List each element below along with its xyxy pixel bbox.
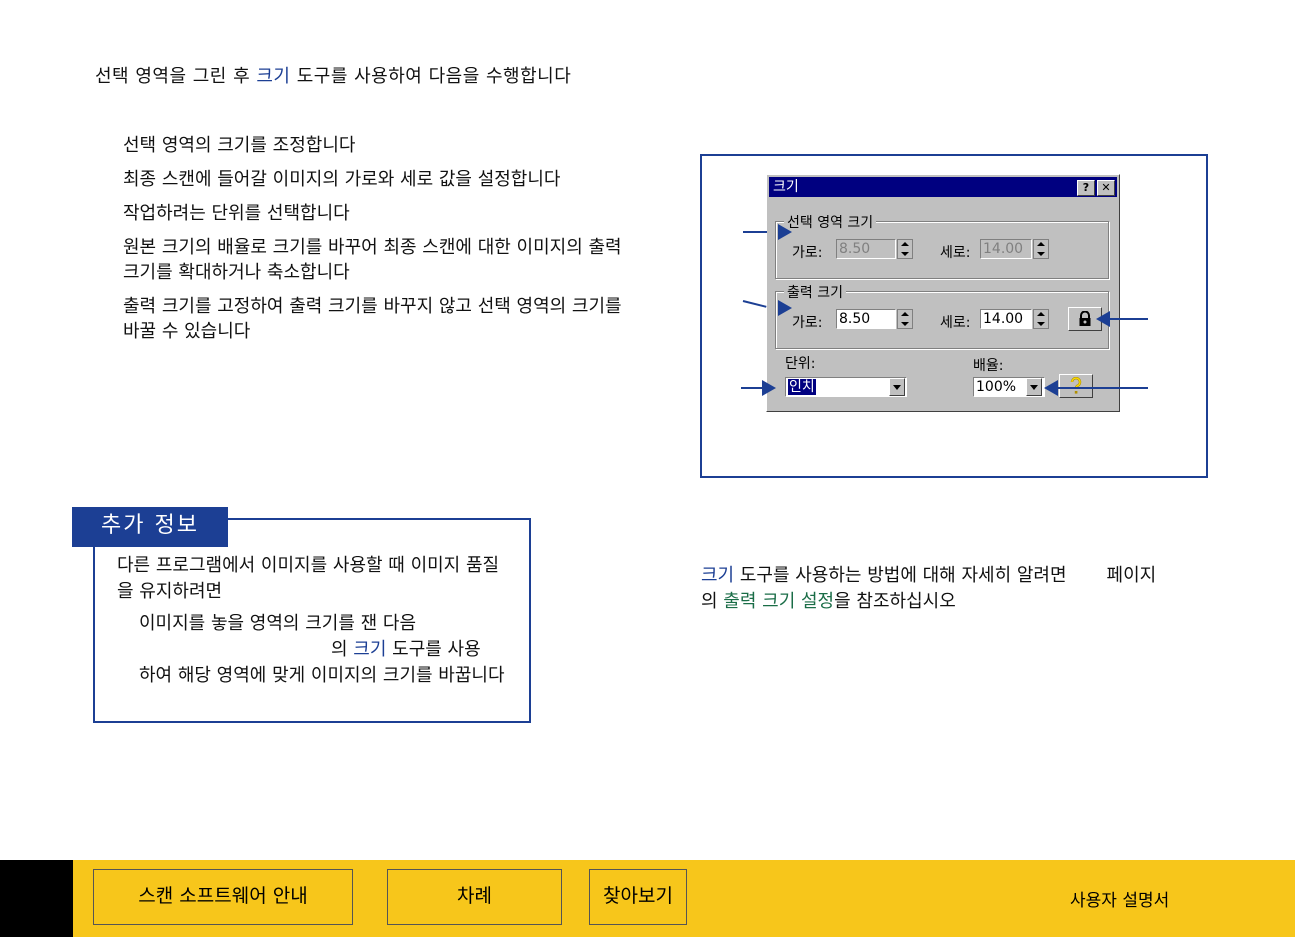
contents-button[interactable]: 차례 <box>387 869 562 925</box>
sel-width-field: 8.50 <box>836 239 896 259</box>
dialog-titlebar: 크기 ? ✕ <box>769 177 1117 197</box>
sel-width-label: 가로: <box>792 245 823 261</box>
list-item: 원본 크기의 배율로 크기를 바꾸어 최종 스캔에 대한 이미지의 출력 크기를… <box>123 237 622 283</box>
callout-arrow <box>1056 387 1148 389</box>
out-height-spinner[interactable] <box>1033 309 1049 329</box>
footer-title: 사용자 설명서 <box>1070 891 1170 911</box>
out-height-label: 세로: <box>940 315 971 331</box>
sel-width-spinner <box>897 239 913 259</box>
units-dropdown-arrow[interactable] <box>889 378 905 396</box>
list-item: 출력 크기를 고정하여 출력 크기를 바꾸지 않고 선택 영역의 크기를 바꿀 … <box>123 296 622 342</box>
question-icon <box>1070 376 1082 394</box>
callout-arrow <box>1108 318 1148 320</box>
list-item: 작업하려는 단위를 선택합니다 <box>123 203 350 224</box>
units-label: 단위: <box>785 356 816 372</box>
out-height-field[interactable]: 14.00 <box>980 309 1032 329</box>
size-tool-term: 크기 <box>353 639 387 660</box>
info-box-title: 추가 정보 <box>72 507 228 547</box>
info-text: 다른 프로그램에서 이미지를 사용할 때 이미지 품질을 유지하려면 <box>117 555 500 602</box>
units-value: 인치 <box>788 379 816 395</box>
out-width-label: 가로: <box>792 315 823 331</box>
callout-arrowhead <box>762 380 776 396</box>
help-button[interactable] <box>1059 374 1093 398</box>
scale-dropdown-arrow[interactable] <box>1026 378 1042 396</box>
sel-height-label: 세로: <box>940 245 971 261</box>
callout-arrowhead <box>778 300 792 316</box>
list-item: 의 크기 도구를 사용 <box>331 639 481 660</box>
size-tool-term: 크기 <box>256 66 291 87</box>
footer-left-block <box>0 860 73 937</box>
output-size-link[interactable]: 출력 크기 설정 <box>723 591 834 612</box>
scale-label: 배율: <box>973 358 1004 374</box>
figure-caption: 크기 도구를 사용하는 방법에 대해 자세히 알려면 페이지 의 출력 크기 설정… <box>701 565 1157 612</box>
output-size-group: 출력 크기 가로: 8.50 세로: 14.00 <box>775 282 1109 349</box>
out-width-spinner[interactable] <box>897 309 913 329</box>
size-dialog: 크기 ? ✕ 선택 영역 크기 가로: 8.50 세로: 14.00 출력 크기… <box>766 174 1120 412</box>
list-item: 선택 영역의 크기를 조정합니다 <box>123 135 356 156</box>
dialog-title: 크기 <box>773 179 799 195</box>
output-size-label: 출력 크기 <box>784 282 846 302</box>
callout-arrowhead <box>778 224 792 240</box>
selection-size-label: 선택 영역 크기 <box>784 212 877 232</box>
close-button[interactable]: ✕ <box>1097 180 1115 196</box>
size-tool-term: 크기 <box>701 565 735 586</box>
intro-text: 선택 영역을 그린 후 크기 도구를 사용하여 다음을 수행합니다 <box>95 66 572 87</box>
sel-height-field: 14.00 <box>980 239 1032 259</box>
callout-arrow <box>743 231 767 233</box>
list-item: 이미지를 놓을 영역의 크기를 잰 다음 <box>139 613 417 634</box>
out-width-field[interactable]: 8.50 <box>836 309 896 329</box>
index-button[interactable]: 찾아보기 <box>589 869 687 925</box>
list-item: 하여 해당 영역에 맞게 이미지의 크기를 바꿉니다 <box>139 665 505 686</box>
lock-icon <box>1079 310 1091 326</box>
scan-software-guide-button[interactable]: 스캔 소프트웨어 안내 <box>93 869 353 925</box>
feature-list: 선택 영역의 크기를 조정합니다 최종 스캔에 들어갈 이미지의 가로와 세로 … <box>123 133 643 353</box>
selection-size-group: 선택 영역 크기 가로: 8.50 세로: 14.00 <box>775 212 1109 279</box>
list-item: 최종 스캔에 들어갈 이미지의 가로와 세로 값을 설정합니다 <box>123 169 561 190</box>
info-sublist: 이미지를 놓을 영역의 크기를 잰 다음 의 크기 도구를 사용 하여 해당 영… <box>139 611 509 689</box>
help-title-button[interactable]: ? <box>1077 180 1095 196</box>
sel-height-spinner <box>1033 239 1049 259</box>
